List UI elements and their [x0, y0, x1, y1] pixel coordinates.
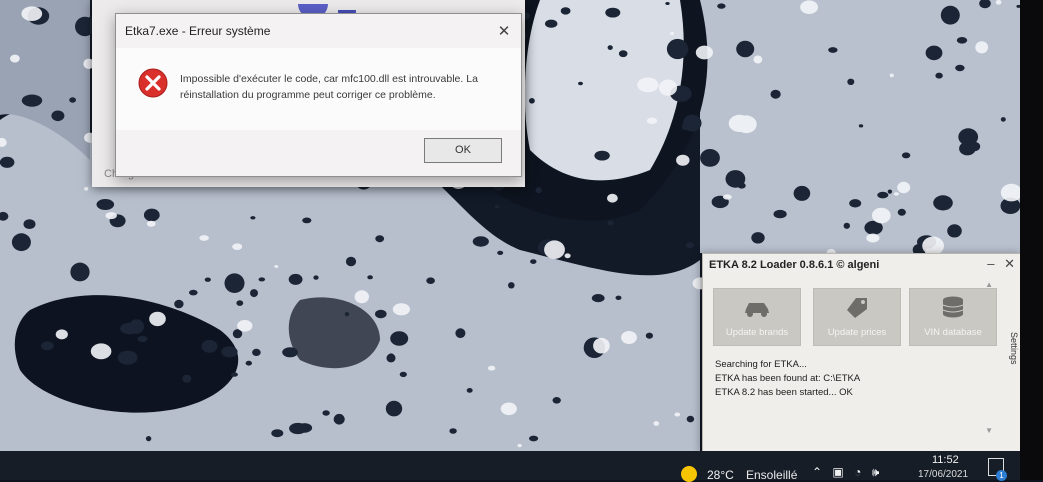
dialog-body: Impossible d'exécuter le code, car mfc10… [116, 48, 521, 130]
dialog-title: Etka7.exe - Erreur système [125, 24, 271, 38]
update-prices-button[interactable]: Update prices [813, 288, 901, 346]
button-label: Update prices [827, 327, 887, 338]
log-line: Searching for ETKA... [715, 359, 807, 370]
close-button[interactable]: ✕ [493, 22, 515, 42]
close-button[interactable]: ✕ [1004, 256, 1015, 271]
error-icon [138, 68, 168, 98]
database-icon [942, 296, 964, 318]
network-icon[interactable]: ▣ [832, 465, 843, 479]
price-tag-icon [847, 298, 867, 318]
volume-icon[interactable]: 🕪 [872, 465, 880, 479]
update-brands-button[interactable]: Update brands [713, 288, 801, 346]
button-label: VIN database [924, 327, 982, 338]
loader-title: ETKA 8.2 Loader 0.8.6.1 © algeni [709, 259, 880, 271]
error-message: Impossible d'exécuter le code, car mfc10… [180, 73, 478, 101]
scroll-down-arrow[interactable]: ▼ [985, 426, 993, 435]
car-icon [745, 303, 769, 317]
settings-tab[interactable]: Settings [1009, 332, 1019, 365]
vin-database-button[interactable]: VIN database [909, 288, 997, 346]
button-label: Update brands [725, 327, 789, 338]
log-line: ETKA 8.2 has been started... OK [715, 387, 853, 398]
chevron-up-icon[interactable]: ⌃ [812, 465, 822, 479]
log-line: ETKA has been found at: C:\ETKA [715, 373, 861, 384]
log-output: Searching for ETKA... ETKA has been foun… [715, 358, 860, 400]
dialog-titlebar[interactable]: Etka7.exe - Erreur système ✕ [116, 14, 521, 48]
system-tray: ⌃ ▣ ◔ 🕪 [812, 465, 886, 480]
taskbar: 28°C Ensoleillé ⌃ ▣ ◔ 🕪 11:52 17/06/2021… [0, 451, 1043, 482]
minimize-button[interactable]: – [987, 256, 994, 271]
etka-loader-window: ETKA 8.2 Loader 0.8.6.1 © algeni – ✕ ▲ U… [702, 253, 1022, 453]
error-dialog: Etka7.exe - Erreur système ✕ Impossible … [115, 13, 522, 177]
clock-date[interactable]: 17/06/2021 [918, 469, 968, 480]
loader-titlebar[interactable]: ETKA 8.2 Loader 0.8.6.1 © algeni – ✕ [703, 254, 1021, 278]
ok-button[interactable]: OK [424, 138, 502, 163]
notification-badge: 1 [996, 470, 1007, 481]
wifi-icon[interactable]: ◔ [854, 465, 861, 479]
screen-bezel [1020, 0, 1043, 480]
clock-time[interactable]: 11:52 [932, 454, 959, 466]
